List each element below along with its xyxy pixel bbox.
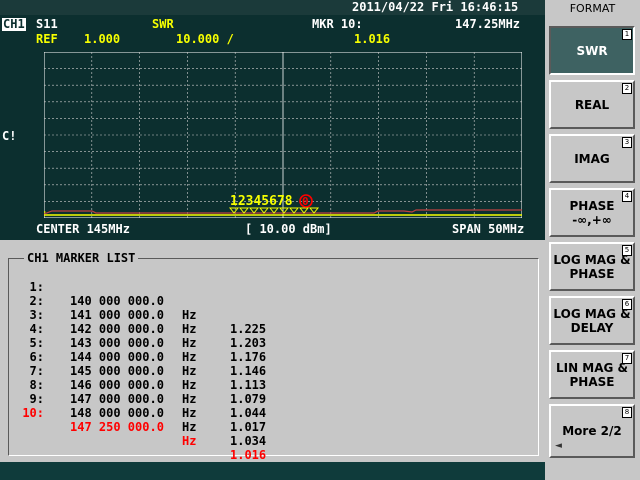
scale-value: 10.000 /	[176, 32, 234, 46]
softkey-lin-mag-phase[interactable]: LIN MAG & PHASE 7	[549, 350, 635, 399]
marker-frequency-cell: 148 000 000.0	[70, 406, 164, 420]
frequency-span: SPAN 50MHz	[452, 222, 525, 236]
softkey-number: 8	[622, 407, 632, 418]
datetime-display: 2011/04/22 Fri 16:46:15	[352, 0, 519, 14]
marker-unit: Hz	[182, 364, 197, 378]
marker-value-cell: 1.079	[230, 392, 267, 406]
marker-row: 2: 141 000 000.0 Hz 1.203	[20, 280, 267, 350]
softkey-number: 6	[622, 299, 632, 310]
channel-indicator[interactable]: CH1	[2, 18, 26, 31]
marker-value-cell: 1.017	[230, 420, 267, 434]
softkey-label: REAL	[574, 97, 610, 112]
ref-label: REF	[36, 32, 58, 46]
softkey-label: LOG MAG &	[553, 306, 631, 321]
softkey-sublabel: -∞,+∞	[572, 212, 612, 227]
softkey-swr[interactable]: SWR 1	[549, 26, 635, 75]
marker-tags: 12345678	[230, 194, 293, 209]
softkey-menu: FORMAT SWR 1 REAL 2 IMAG 3 PHASE -∞,+∞ 4…	[545, 0, 640, 480]
softkey-number: 4	[622, 191, 632, 202]
softkey-sublabel: DELAY	[570, 320, 614, 335]
marker-row: 8: 147 000 000.0 Hz 1.017	[20, 364, 267, 434]
marker-row: 6: 145 000 000.0 Hz 1.079	[20, 336, 267, 406]
softkey-number: 7	[622, 353, 632, 364]
marker-value-cell: 1.225	[230, 322, 267, 336]
softkey-label: More 2/2	[562, 424, 622, 438]
softkey-label: LOG MAG &	[553, 252, 631, 267]
marker-row: 5: 144 000 000.0 Hz 1.113	[20, 322, 267, 392]
marker-frequency-cell: 147 250 000.0	[70, 420, 164, 434]
marker-unit: Hz	[182, 336, 197, 350]
marker-number: 10:	[22, 406, 44, 420]
marker-row-active: 10: 147 250 000.0 Hz 1.016	[20, 392, 266, 462]
ref-value: 1.000	[84, 32, 121, 46]
source-power: [ 10.00 dBm]	[245, 222, 332, 236]
marker-unit: Hz	[182, 350, 197, 364]
marker-frequency: 147.25MHz	[455, 17, 521, 31]
softkey-imag[interactable]: IMAG 3	[549, 134, 635, 183]
softkey-number: 2	[622, 83, 632, 94]
softkey-number: 1	[622, 29, 632, 40]
marker-value-cell: 1.044	[230, 406, 267, 420]
format-label: SWR	[152, 17, 174, 31]
softkey-sublabel: PHASE	[569, 374, 615, 389]
measurement-display: CH1 S11 SWR MKR 10: 147.25MHz REF 1.000 …	[0, 15, 545, 240]
active-marker-tag: 0	[302, 195, 309, 208]
marker-list-title: CH1 MARKER LIST	[24, 252, 139, 265]
marker-unit: Hz	[182, 378, 197, 392]
marker-row: 7: 146 000 000.0 Hz 1.044	[20, 350, 267, 420]
softkey-more[interactable]: More 2/2 8 ◄	[549, 404, 635, 458]
softkey-label: SWR	[576, 43, 608, 58]
marker-unit: Hz	[182, 308, 197, 322]
softkey-phase[interactable]: PHASE -∞,+∞ 4	[549, 188, 635, 237]
softkey-number: 5	[622, 245, 632, 256]
trace-plot[interactable]: 12345678 0	[44, 52, 522, 218]
softkey-number: 3	[622, 137, 632, 148]
marker-row: 9: 148 000 000.0 Hz 1.034	[20, 378, 267, 448]
marker-row: 3: 142 000 000.0 Hz 1.176	[20, 294, 267, 364]
marker-unit: Hz	[182, 322, 197, 336]
marker-frequency-cell: 143 000 000.0	[70, 336, 164, 350]
center-frequency: CENTER 145MHz	[36, 222, 130, 236]
marker-value-cell: 1.034	[230, 434, 267, 448]
marker-frequency-cell: 147 000 000.0	[70, 392, 164, 406]
marker-unit: Hz	[182, 420, 197, 434]
marker-frequency-cell: 142 000 000.0	[70, 322, 164, 336]
marker-row: 1: 140 000 000.0 Hz 1.225	[20, 266, 267, 336]
softkey-sublabel: PHASE	[569, 266, 615, 281]
marker-value: 1.016	[354, 32, 391, 46]
marker-list-panel: CH1 MARKER LIST 1: 140 000 000.0 Hz 1.22…	[0, 240, 545, 462]
softkey-label: LIN MAG &	[555, 360, 629, 375]
marker-unit: Hz	[182, 434, 197, 448]
marker-value-cell: 1.016	[230, 448, 267, 462]
softkey-log-mag-phase[interactable]: LOG MAG & PHASE 5	[549, 242, 635, 291]
marker-frequency-cell: 140 000 000.0	[70, 294, 164, 308]
calibration-flag: C!	[2, 129, 17, 143]
marker-frequency-cell: 146 000 000.0	[70, 378, 164, 392]
marker-row: 4: 143 000 000.0 Hz 1.146	[20, 308, 267, 378]
marker-value-cell: 1.203	[230, 336, 267, 350]
marker-frequency-cell: 144 000 000.0	[70, 350, 164, 364]
marker-value-cell: 1.176	[230, 350, 267, 364]
softkey-label: IMAG	[574, 151, 610, 166]
marker-value-cell: 1.146	[230, 364, 267, 378]
marker-unit: Hz	[182, 406, 197, 420]
softkey-label: PHASE	[569, 198, 615, 213]
back-arrow-icon: ◄	[555, 441, 562, 451]
marker-label: MKR 10:	[312, 17, 363, 31]
menu-title: FORMAT	[569, 2, 616, 15]
marker-value-cell: 1.113	[230, 378, 267, 392]
marker-unit: Hz	[182, 392, 197, 406]
status-bar	[0, 462, 545, 480]
softkey-log-mag-delay[interactable]: LOG MAG & DELAY 6	[549, 296, 635, 345]
softkey-real[interactable]: REAL 2	[549, 80, 635, 129]
marker-frequency-cell: 145 000 000.0	[70, 364, 164, 378]
s-parameter-label: S11	[36, 17, 58, 31]
marker-frequency-cell: 141 000 000.0	[70, 308, 164, 322]
